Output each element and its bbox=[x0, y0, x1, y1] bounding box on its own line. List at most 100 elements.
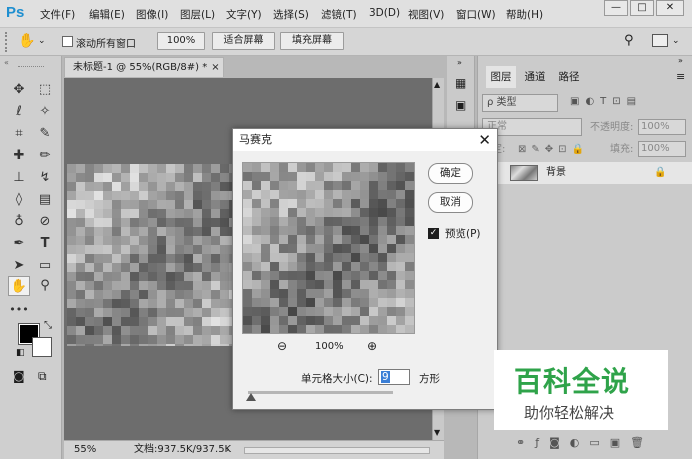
chevron-down-icon[interactable]: ⌄ bbox=[38, 36, 46, 46]
menu-item-8[interactable]: 视图(V) bbox=[408, 7, 444, 22]
cancel-button[interactable]: 取消 bbox=[428, 192, 473, 213]
minimize-button[interactable]: — bbox=[604, 0, 628, 16]
toolbox-grip[interactable] bbox=[18, 66, 44, 69]
fill-screen-button[interactable]: 填充屏幕 bbox=[280, 32, 344, 50]
hand-tool-icon[interactable]: ✋ bbox=[18, 33, 35, 49]
status-zoom[interactable]: 55% bbox=[74, 441, 96, 459]
menu-item-1[interactable]: 编辑(E) bbox=[89, 7, 125, 22]
tab-channels[interactable]: 通道 bbox=[520, 66, 550, 88]
mosaic-cell bbox=[378, 316, 387, 325]
workspace-chevron-icon[interactable]: ⌄ bbox=[672, 36, 680, 46]
filter-preview[interactable] bbox=[242, 162, 415, 334]
dodge-tool-icon[interactable]: ⊘ bbox=[34, 212, 56, 232]
horizontal-scrollbar[interactable] bbox=[244, 447, 430, 454]
zoom-tool-icon[interactable]: ⚲ bbox=[34, 276, 56, 296]
blur-tool-icon[interactable]: ♁ bbox=[8, 212, 30, 232]
swap-colors-icon[interactable]: ⤡ bbox=[44, 320, 52, 331]
fit-screen-button[interactable]: 适合屏幕 bbox=[212, 32, 275, 50]
menu-item-7[interactable]: 3D(D) bbox=[369, 7, 400, 19]
expand-arrows-icon[interactable]: » bbox=[457, 58, 462, 67]
search-icon[interactable]: ⚲ bbox=[624, 33, 634, 48]
zoom-out-icon[interactable]: ⊖ bbox=[277, 339, 287, 353]
stamp-tool-icon[interactable]: ⊥ bbox=[8, 168, 30, 188]
layer-row-background[interactable]: ◉ 背景 🔒 bbox=[478, 162, 692, 184]
background-color-swatch[interactable] bbox=[32, 337, 52, 357]
magic-wand-tool-icon[interactable]: ✧ bbox=[34, 102, 56, 122]
crop-tool-icon[interactable]: ⌗ bbox=[8, 124, 30, 144]
tab-layers[interactable]: 图层 bbox=[486, 66, 516, 88]
tab-paths[interactable]: 路径 bbox=[554, 66, 584, 88]
hand-tool-selected-icon[interactable]: ✋ bbox=[8, 276, 30, 296]
rectangle-tool-icon[interactable]: ▭ bbox=[34, 256, 56, 276]
mosaic-cell bbox=[184, 236, 193, 245]
scroll-all-checkbox[interactable] bbox=[62, 36, 73, 47]
preview-checkbox[interactable]: ✓ bbox=[428, 228, 439, 239]
mosaic-cell bbox=[342, 199, 351, 208]
layer-kind-filter[interactable]: ρ 类型 bbox=[482, 94, 558, 112]
scroll-up-icon[interactable]: ▲ bbox=[434, 80, 440, 89]
menu-item-0[interactable]: 文件(F) bbox=[40, 7, 75, 22]
slider-thumb[interactable] bbox=[245, 393, 256, 401]
close-window-button[interactable]: ✕ bbox=[656, 0, 684, 16]
eyedropper-tool-icon[interactable]: ✎ bbox=[34, 124, 56, 144]
healing-brush-tool-icon[interactable]: ✚ bbox=[8, 146, 30, 166]
opacity-field[interactable]: 100% bbox=[638, 119, 686, 135]
menu-item-10[interactable]: 帮助(H) bbox=[506, 7, 543, 22]
menu-item-2[interactable]: 图像(I) bbox=[136, 7, 168, 22]
mosaic-cell bbox=[360, 181, 369, 190]
brush-tool-icon[interactable]: ✏ bbox=[34, 146, 56, 166]
collapse-arrows-icon[interactable]: « bbox=[4, 58, 9, 67]
lasso-tool-icon[interactable]: ℓ bbox=[8, 102, 30, 122]
panel-menu-icon[interactable]: ≡ bbox=[676, 70, 685, 83]
properties-panel-icon[interactable]: ▣ bbox=[455, 98, 466, 112]
panel-collapse-icon[interactable]: » bbox=[678, 56, 683, 65]
menu-item-6[interactable]: 滤镜(T) bbox=[321, 7, 357, 22]
cell-size-input[interactable]: 9 bbox=[378, 369, 410, 385]
screen-mode-icon[interactable]: ⧉ bbox=[38, 369, 47, 384]
lock-icons[interactable]: ⊠✎✥⊡🔒 bbox=[518, 144, 589, 155]
quick-mask-icon[interactable]: ◙ bbox=[13, 369, 25, 383]
marquee-tool-icon[interactable]: ⬚ bbox=[34, 80, 56, 100]
mosaic-cell bbox=[387, 289, 396, 298]
cell-size-slider[interactable] bbox=[248, 391, 393, 394]
history-panel-icon[interactable]: ▦ bbox=[455, 76, 466, 90]
mosaic-cell bbox=[166, 227, 175, 236]
history-brush-tool-icon[interactable]: ↯ bbox=[34, 168, 56, 188]
mosaic-cell bbox=[414, 199, 415, 208]
menu-item-4[interactable]: 文字(Y) bbox=[226, 7, 262, 22]
workspace-icon[interactable] bbox=[652, 34, 668, 47]
gradient-tool-icon[interactable]: ▤ bbox=[34, 190, 56, 210]
status-arrow-icon[interactable]: › bbox=[226, 441, 230, 459]
menu-item-9[interactable]: 窗口(W) bbox=[456, 7, 496, 22]
zoom-in-icon[interactable]: ⊕ bbox=[367, 339, 377, 353]
close-icon[interactable]: ✕ bbox=[478, 129, 491, 151]
ok-button[interactable]: 确定 bbox=[428, 163, 473, 184]
fill-field[interactable]: 100% bbox=[638, 141, 686, 157]
mosaic-cell bbox=[279, 208, 288, 217]
mosaic-cell bbox=[378, 181, 387, 190]
layer-action-icons[interactable]: ⚭ƒ◙◐▭▣🗑 bbox=[516, 436, 654, 449]
more-tools-icon[interactable]: ••• bbox=[8, 300, 30, 320]
zoom-100-button[interactable]: 100% bbox=[157, 32, 205, 50]
mosaic-cell bbox=[270, 217, 279, 226]
filter-icons[interactable]: ▣◐T⊡▤ bbox=[570, 96, 642, 107]
restore-button[interactable]: □ bbox=[630, 0, 654, 16]
move-tool-icon[interactable]: ✥ bbox=[8, 80, 30, 100]
pen-tool-icon[interactable]: ✒ bbox=[8, 234, 30, 254]
path-selection-tool-icon[interactable]: ➤ bbox=[8, 256, 30, 276]
document-tab[interactable]: 未标题-1 @ 55%(RGB/8#) * × bbox=[64, 57, 224, 77]
mosaic-cell bbox=[130, 326, 139, 335]
eraser-tool-icon[interactable]: ◊ bbox=[8, 190, 30, 210]
mosaic-cell bbox=[139, 164, 148, 173]
mosaic-cell bbox=[306, 172, 315, 181]
mosaic-cell bbox=[342, 280, 351, 289]
default-colors-icon[interactable]: ◧ bbox=[16, 348, 25, 358]
dialog-titlebar[interactable]: 马赛克 ✕ bbox=[233, 129, 497, 151]
grip-handle[interactable] bbox=[5, 32, 9, 52]
menu-item-5[interactable]: 选择(S) bbox=[273, 7, 309, 22]
menu-item-3[interactable]: 图层(L) bbox=[180, 7, 215, 22]
tab-close-icon[interactable]: × bbox=[211, 62, 219, 73]
scroll-down-icon[interactable]: ▼ bbox=[434, 428, 440, 437]
mosaic-cell bbox=[369, 244, 378, 253]
type-tool-icon[interactable]: T bbox=[34, 234, 56, 254]
